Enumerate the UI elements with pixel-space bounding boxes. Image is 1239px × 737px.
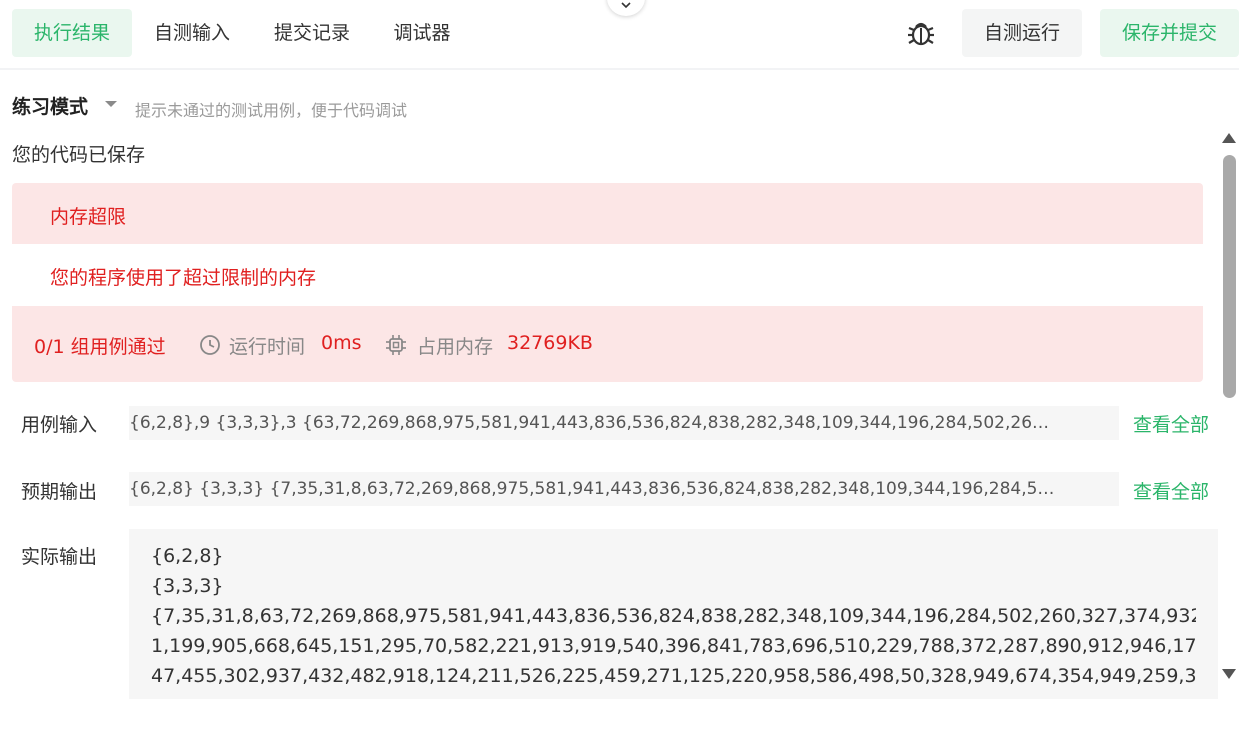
status-message: 您的程序使用了超过限制的内存 <box>50 267 317 289</box>
actual-output-line: {6,2,8} <box>151 545 224 567</box>
actual-output-line: {7,35,31,8,63,72,269,868,975,581,941,443… <box>151 605 1196 627</box>
scrollbar-thumb[interactable] <box>1223 155 1236 398</box>
expected-label: 预期输出 <box>21 481 98 503</box>
expected-value: {6,2,8} {3,3,3} {7,35,31,8,63,72,269,868… <box>129 472 1119 506</box>
clock-icon <box>200 335 220 355</box>
actual-output-line: {3,3,3} <box>151 575 224 597</box>
memory-label: 占用内存 <box>417 336 494 358</box>
tab-debugger[interactable]: 调试器 <box>382 9 462 57</box>
self-test-run-button[interactable]: 自测运行 <box>962 9 1082 57</box>
bug-icon[interactable] <box>905 18 937 48</box>
judge-panel: 执行结果 自测输入 提交记录 调试器 自测运行 保存并提交 练习模式 提示未通过… <box>0 0 1239 737</box>
tab-self-test-input[interactable]: 自测输入 <box>142 9 242 57</box>
actual-output: {6,2,8} {3,3,3} {7,35,31,8,63,72,269,868… <box>129 529 1218 699</box>
actual-output-line: 47,455,302,937,432,482,918,124,211,526,2… <box>151 665 1196 687</box>
memory-value: 32769KB <box>507 332 593 354</box>
mode-hint: 提示未通过的测试用例，便于代码调试 <box>135 101 408 120</box>
scroll-up-arrow[interactable] <box>1222 133 1236 143</box>
chip-icon <box>386 335 406 355</box>
status-title: 内存超限 <box>50 206 127 228</box>
actual-output-line: 1,199,905,668,645,151,295,70,582,221,913… <box>151 635 1196 657</box>
mode-selector[interactable]: 练习模式 <box>12 92 88 119</box>
pass-count: 0/1 组用例通过 <box>34 336 166 358</box>
input-label: 用例输入 <box>21 414 98 436</box>
runtime-label: 运行时间 <box>229 336 306 358</box>
view-all-input-link[interactable]: 查看全部 <box>1133 410 1209 437</box>
tab-submission-records[interactable]: 提交记录 <box>262 9 362 57</box>
input-value: {6,2,8},9 {3,3,3},3 {63,72,269,868,975,5… <box>129 406 1119 440</box>
chevron-down-icon <box>621 2 631 9</box>
tab-result[interactable]: 执行结果 <box>12 9 132 57</box>
caret-down-icon[interactable] <box>105 101 117 107</box>
view-all-expected-link[interactable]: 查看全部 <box>1133 477 1209 504</box>
scroll-down-arrow[interactable] <box>1222 669 1236 679</box>
saved-message: 您的代码已保存 <box>12 144 146 166</box>
status-message-box: 您的程序使用了超过限制的内存 <box>12 244 1203 306</box>
result-summary: 0/1 组用例通过 运行时间 0ms 占用内存 32769KB <box>12 306 1203 382</box>
tab-bar: 执行结果 自测输入 提交记录 调试器 自测运行 保存并提交 <box>0 0 1239 70</box>
status-header: 内存超限 <box>12 183 1203 244</box>
collapse-toggle[interactable] <box>607 0 645 16</box>
runtime-value: 0ms <box>321 332 362 354</box>
actual-label: 实际输出 <box>21 546 98 568</box>
save-and-submit-button[interactable]: 保存并提交 <box>1100 9 1239 57</box>
